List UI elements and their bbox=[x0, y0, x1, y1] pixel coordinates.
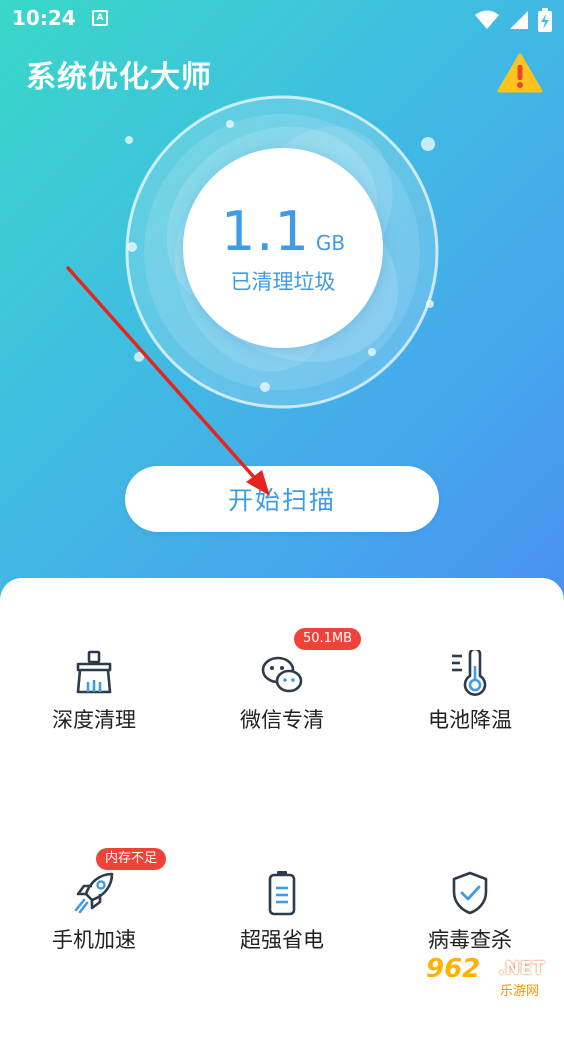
status-time: 10:24 bbox=[12, 6, 76, 30]
wifi-icon bbox=[475, 10, 499, 29]
watermark-subtext: 乐游网 bbox=[500, 984, 540, 999]
storage-size-badge: 50.1MB bbox=[294, 628, 362, 650]
warning-icon bbox=[497, 53, 543, 93]
watermark-domain: .NET bbox=[498, 958, 545, 979]
cleaned-label: 已清理垃圾 bbox=[230, 270, 336, 294]
tools-panel: 深度清理 微信专清 50.1MB 电池降温 手机加速 内存不足 超强省电 病毒查… bbox=[0, 578, 564, 1004]
wechat-icon bbox=[261, 656, 303, 693]
tool-label: 病毒查杀 bbox=[428, 928, 512, 952]
broom-icon bbox=[76, 650, 112, 694]
cleaned-size: 1.1 GB bbox=[183, 200, 383, 263]
tool-label: 电池降温 bbox=[428, 708, 512, 732]
tool-battery-cooling[interactable]: 电池降温 bbox=[376, 650, 564, 820]
tool-deep-clean[interactable]: 深度清理 bbox=[0, 650, 188, 820]
cleaned-size-unit: GB bbox=[315, 231, 346, 255]
tool-label: 手机加速 bbox=[52, 928, 136, 952]
notification-a-icon: A bbox=[92, 10, 108, 26]
tool-label: 深度清理 bbox=[52, 708, 136, 732]
status-bar: 10:24 A bbox=[0, 0, 564, 40]
thermometer-icon bbox=[452, 650, 487, 696]
battery-icon bbox=[268, 871, 296, 916]
signal-icon bbox=[510, 11, 528, 29]
app-title: 系统优化大师 bbox=[26, 60, 212, 95]
site-watermark: 962 .NET 乐游网 bbox=[426, 954, 558, 999]
status-icons bbox=[474, 8, 552, 32]
tool-phone-speedup[interactable]: 手机加速 内存不足 bbox=[0, 848, 188, 1040]
low-memory-badge: 内存不足 bbox=[96, 848, 167, 870]
tool-label: 超强省电 bbox=[240, 928, 324, 952]
rocket-icon bbox=[74, 872, 114, 914]
battery-charging-icon bbox=[538, 8, 552, 32]
warning-button[interactable] bbox=[497, 52, 543, 94]
cleaned-summary-circle: 1.1 GB 已清理垃圾 bbox=[183, 148, 383, 348]
tool-wechat-clean[interactable]: 微信专清 50.1MB bbox=[188, 628, 376, 820]
tool-label: 微信专清 bbox=[240, 708, 324, 732]
shield-check-icon bbox=[452, 871, 488, 915]
start-scan-button[interactable]: 开始扫描 bbox=[125, 466, 439, 532]
tool-power-saving[interactable]: 超强省电 bbox=[188, 870, 376, 1040]
cleaned-size-value: 1.1 bbox=[220, 200, 310, 263]
watermark-logo: 962 bbox=[426, 954, 481, 984]
